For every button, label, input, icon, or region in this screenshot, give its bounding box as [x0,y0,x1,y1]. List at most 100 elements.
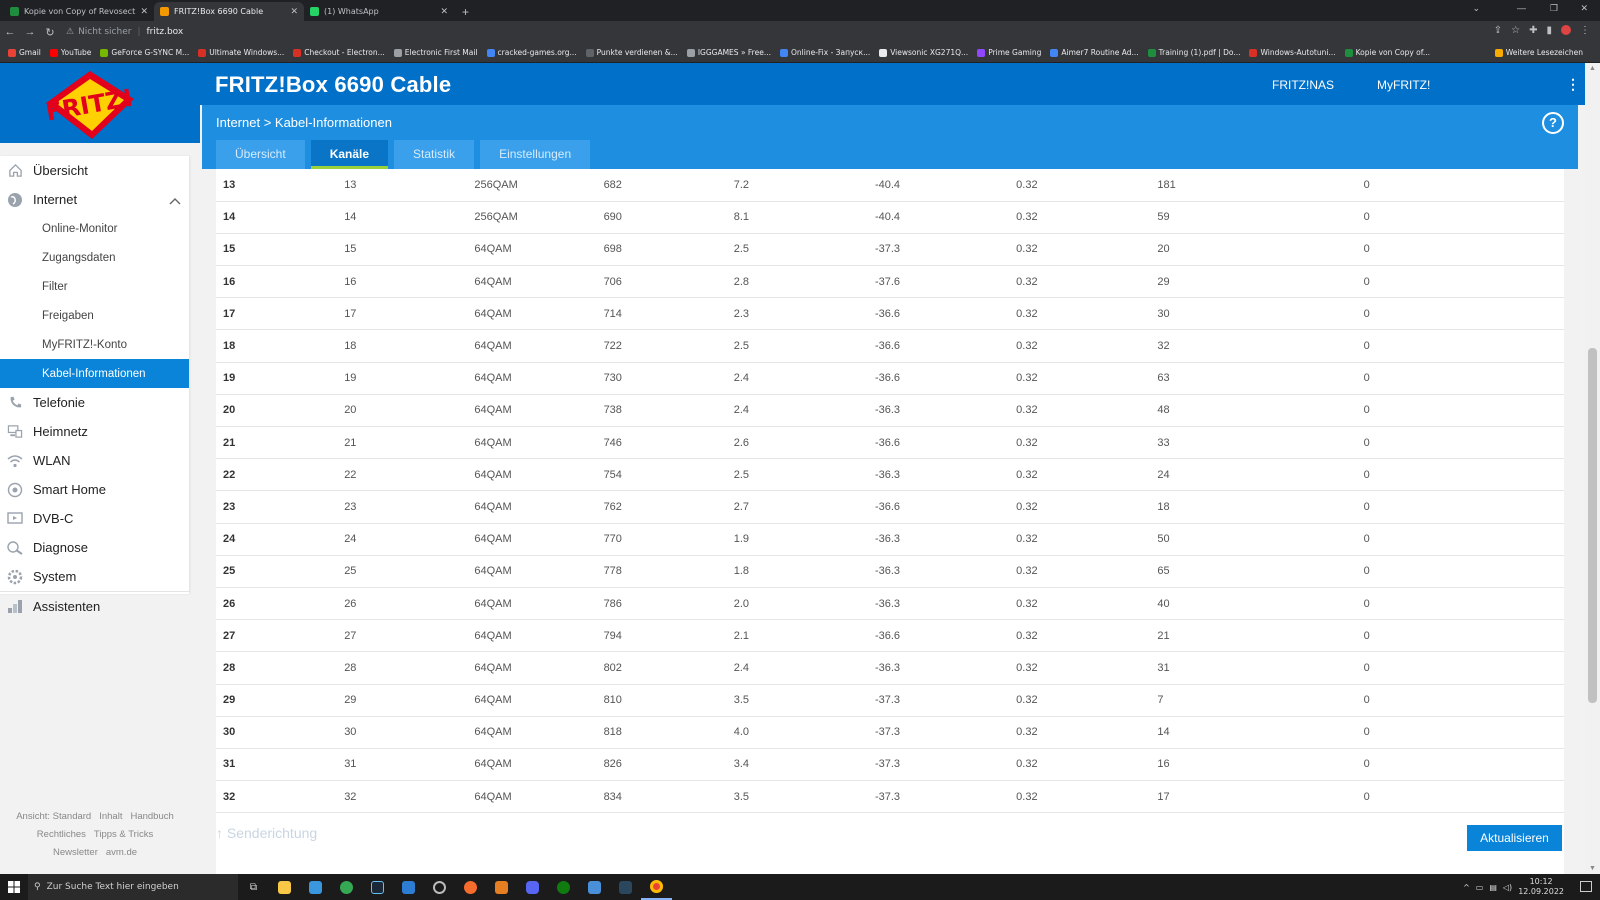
tab-einstellungen[interactable]: Einstellungen [480,140,591,169]
help-icon[interactable]: ? [1542,112,1564,134]
app-icon-orange[interactable] [486,874,517,900]
warning-icon: ⚠ [66,27,75,37]
fritz-logo[interactable]: FRITZ! [0,63,200,143]
sidebar-item-zugangsdaten[interactable]: Zugangsdaten [0,243,189,272]
file-explorer-icon[interactable] [269,874,300,900]
myfritz-link[interactable]: MyFRITZ! [1377,78,1430,92]
bookmark-item[interactable]: Punkte verdienen &... [585,48,678,57]
sidebar-item-übersicht[interactable]: Übersicht [0,156,189,185]
fritz-nas-link[interactable]: FRITZ!NAS [1272,78,1334,92]
new-tab-button[interactable]: + [454,5,477,21]
footer-link[interactable]: Rechtliches [37,829,86,840]
sidebar-item-kabel-informationen[interactable]: Kabel-Informationen [0,359,189,388]
bookmark-star-icon[interactable]: ☆ [1511,25,1520,36]
bookmark-item[interactable]: YouTube [49,48,91,57]
taskbar-search-input[interactable]: ⚲ Zur Suche Text hier eingeben [28,874,238,900]
sidebar-item-filter[interactable]: Filter [0,272,189,301]
tab-close-icon[interactable]: ✕ [440,7,448,17]
scrollbar-thumb[interactable] [1588,348,1597,703]
tab-close-icon[interactable]: ✕ [140,7,148,17]
tab-close-icon[interactable]: ✕ [290,7,298,17]
bookmark-item[interactable]: Checkout - Electron... [293,48,385,57]
browser-tab[interactable]: FRITZ!Box 6690 Cable ✕ [154,2,304,21]
chrome-running-icon[interactable] [641,874,672,900]
extensions-icon[interactable]: ✚ [1529,25,1537,36]
browser-tab[interactable]: Kopie von Copy of Revosect x Ai ✕ [4,2,154,21]
sidebar-item-telefonie[interactable]: Telefonie [0,388,189,417]
sidebar-item-assistenten[interactable]: Assistenten [0,591,189,620]
browser-menu-icon[interactable]: ⋮ [1580,25,1590,36]
reload-icon[interactable]: ↻ [40,26,60,39]
profile-avatar[interactable] [1561,25,1571,35]
scroll-up-icon[interactable]: ▲ [1589,65,1596,72]
steam-icon-2[interactable] [610,874,641,900]
sidebar-item-wlan[interactable]: WLAN [0,446,189,475]
app-icon-monitor[interactable] [579,874,610,900]
steam-icon[interactable] [362,874,393,900]
clock[interactable]: 10:12 12.09.2022 [1518,877,1564,897]
bookmark-item[interactable]: cracked-games.org... [486,48,577,57]
minimize-icon[interactable]: — [1517,3,1526,13]
network-tray-icon[interactable]: ▤ [1489,883,1497,892]
bookmark-item[interactable]: Viewsonic XG271Q... [879,48,968,57]
refresh-button[interactable]: Aktualisieren [1467,825,1562,851]
footer-link[interactable]: Inhalt [99,811,122,822]
other-bookmarks[interactable]: Weitere Lesezeichen [1494,48,1583,57]
app-icon-circle[interactable] [424,874,455,900]
more-menu-icon[interactable]: ⋮ [1566,76,1580,93]
footer-link[interactable]: Tipps & Tricks [94,829,153,840]
tab-uebersicht[interactable]: Übersicht [216,140,305,169]
sidebar-item-diagnose[interactable]: Diagnose [0,533,189,562]
bookmark-item[interactable]: GeForce G-SYNC M... [100,48,189,57]
sidebar-item-internet[interactable]: Internet [0,185,189,214]
task-view-icon[interactable]: ⧉ [238,874,269,900]
url-field[interactable]: ⚠ Nicht sicher | fritz.box [66,23,1476,41]
sidebar-item-heimnetz[interactable]: Heimnetz [0,417,189,446]
footer-link[interactable]: Newsletter [53,847,98,858]
footer-link[interactable]: Ansicht: Standard [16,811,91,822]
discord-icon[interactable] [517,874,548,900]
back-icon[interactable]: ← [0,26,20,38]
sidebar-item-myfritz-konto[interactable]: MyFRITZ!-Konto [0,330,189,359]
tray-chevron-icon[interactable]: ^ [1463,883,1470,892]
bookmark-item[interactable]: IGGGAMES » Free... [686,48,771,57]
close-window-icon[interactable]: ✕ [1580,3,1588,14]
bookmark-item[interactable]: Training (1).pdf | Do... [1147,48,1240,57]
sidepanel-icon[interactable]: ▮ [1546,25,1552,36]
sidebar-item-freigaben[interactable]: Freigaben [0,301,189,330]
sidebar-item-system[interactable]: System [0,562,189,591]
share-icon[interactable]: ⇪ [1494,25,1502,36]
sidebar-item-online-monitor[interactable]: Online-Monitor [0,214,189,243]
tab-search-icon[interactable]: ⌄ [1472,3,1480,14]
origin-icon[interactable] [455,874,486,900]
forward-icon[interactable]: → [20,26,40,38]
sidebar-item-smart-home[interactable]: Smart Home [0,475,189,504]
bookmark-item[interactable]: Kopie von Copy of... [1344,48,1430,57]
bookmark-item[interactable]: Electronic First Mail [393,48,478,57]
footer-link[interactable]: Handbuch [130,811,173,822]
page-scrollbar[interactable]: ▲ ▼ [1585,63,1600,874]
bookmark-item[interactable]: Ultimate Windows... [198,48,284,57]
tab-kanaele[interactable]: Kanäle [310,140,389,169]
battery-icon[interactable]: ▭ [1476,883,1484,892]
bookmark-item[interactable]: Online-Fix - Запуск... [780,48,870,57]
volume-icon[interactable]: ◁) [1503,883,1512,892]
chrome-icon[interactable] [331,874,362,900]
windows-start-icon[interactable] [0,874,28,900]
bookmark-item[interactable]: Aimer7 Routine Ad... [1050,48,1139,57]
bookmark-item[interactable]: Windows-Autotuni... [1249,48,1336,57]
app-icon-blue[interactable] [393,874,424,900]
xbox-icon[interactable] [548,874,579,900]
footer-link[interactable]: avm.de [106,847,137,858]
bookmark-item[interactable]: Prime Gaming [977,48,1041,57]
restore-icon[interactable]: ❐ [1550,3,1558,14]
chevron-up-icon[interactable] [169,193,181,208]
browser-tab[interactable]: (1) WhatsApp ✕ [304,2,454,21]
scroll-down-icon[interactable]: ▼ [1589,865,1596,872]
breadcrumb[interactable]: Internet > Kabel-Informationen [216,115,392,130]
sidebar-item-dvb-c[interactable]: DVB-C [0,504,189,533]
tab-statistik[interactable]: Statistik [394,140,475,169]
store-icon[interactable] [300,874,331,900]
bookmark-item[interactable]: Gmail [8,48,41,57]
notification-icon[interactable] [1580,881,1592,892]
